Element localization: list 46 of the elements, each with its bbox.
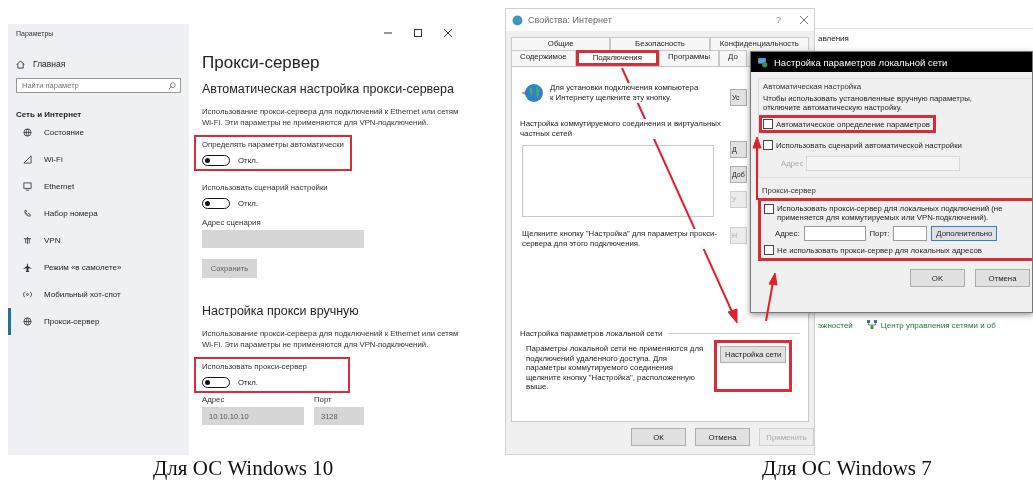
sidebar-item[interactable]: Мобильный хот-спот — [8, 281, 181, 308]
checkbox[interactable] — [764, 204, 774, 214]
checkbox[interactable] — [763, 140, 773, 150]
checkbox[interactable] — [764, 245, 774, 255]
input-field[interactable] — [202, 230, 364, 248]
home-icon — [16, 59, 25, 69]
globe-icon — [23, 128, 32, 137]
address-field[interactable] — [803, 226, 866, 241]
network-icon — [866, 320, 877, 330]
network-icon — [757, 56, 768, 68]
port-field[interactable] — [893, 226, 928, 241]
sidebar-item[interactable]: Режим «в самолете» — [8, 254, 181, 281]
sidebar-item[interactable]: Ethernet — [8, 173, 181, 200]
window-title: Свойства: Интернет — [528, 15, 613, 25]
input-field[interactable] — [806, 156, 961, 171]
globe-icon — [512, 14, 523, 26]
section-heading: Настройка прокси вручную — [202, 304, 360, 318]
signal-icon — [23, 290, 32, 299]
arrow — [765, 272, 778, 322]
section-title: Сеть и Интернет — [16, 110, 83, 119]
dialog-title: Настройка параметров локальной сети — [774, 56, 948, 68]
maximize-icon[interactable] — [414, 29, 422, 37]
sidebar-item[interactable]: VPN — [8, 227, 181, 254]
sidebar-item[interactable]: Wi-Fi — [8, 146, 181, 173]
close-icon[interactable] — [444, 29, 452, 37]
checkbox[interactable] — [763, 119, 773, 129]
sidebar-item[interactable]: Набор номера — [8, 200, 181, 227]
section-heading: Автоматическая настройка прокси-сервера — [202, 82, 455, 96]
link[interactable]: Центр управления сетями и об — [880, 320, 996, 330]
sidebar-item[interactable]: Прокси-сервер — [8, 308, 181, 335]
globe-icon — [23, 317, 32, 326]
link[interactable]: эжностей — [818, 320, 853, 330]
search-icon — [168, 81, 176, 90]
minimize-icon[interactable] — [384, 29, 392, 37]
arrow — [752, 136, 762, 201]
window-text: авления — [818, 34, 850, 43]
phone-icon — [23, 209, 32, 218]
airplane-icon — [23, 263, 32, 272]
monitor-icon — [23, 182, 32, 191]
help-button[interactable]: ? — [776, 15, 781, 25]
caption: Для ОС Windows 7 — [762, 456, 932, 481]
caption: Для ОС Windows 10 — [153, 456, 334, 481]
network-icon — [23, 236, 32, 245]
sidebar-item[interactable]: Главная — [16, 59, 181, 69]
page-title: Прокси-сервер — [202, 53, 321, 73]
sidebar-item[interactable]: Состояние — [8, 119, 181, 146]
